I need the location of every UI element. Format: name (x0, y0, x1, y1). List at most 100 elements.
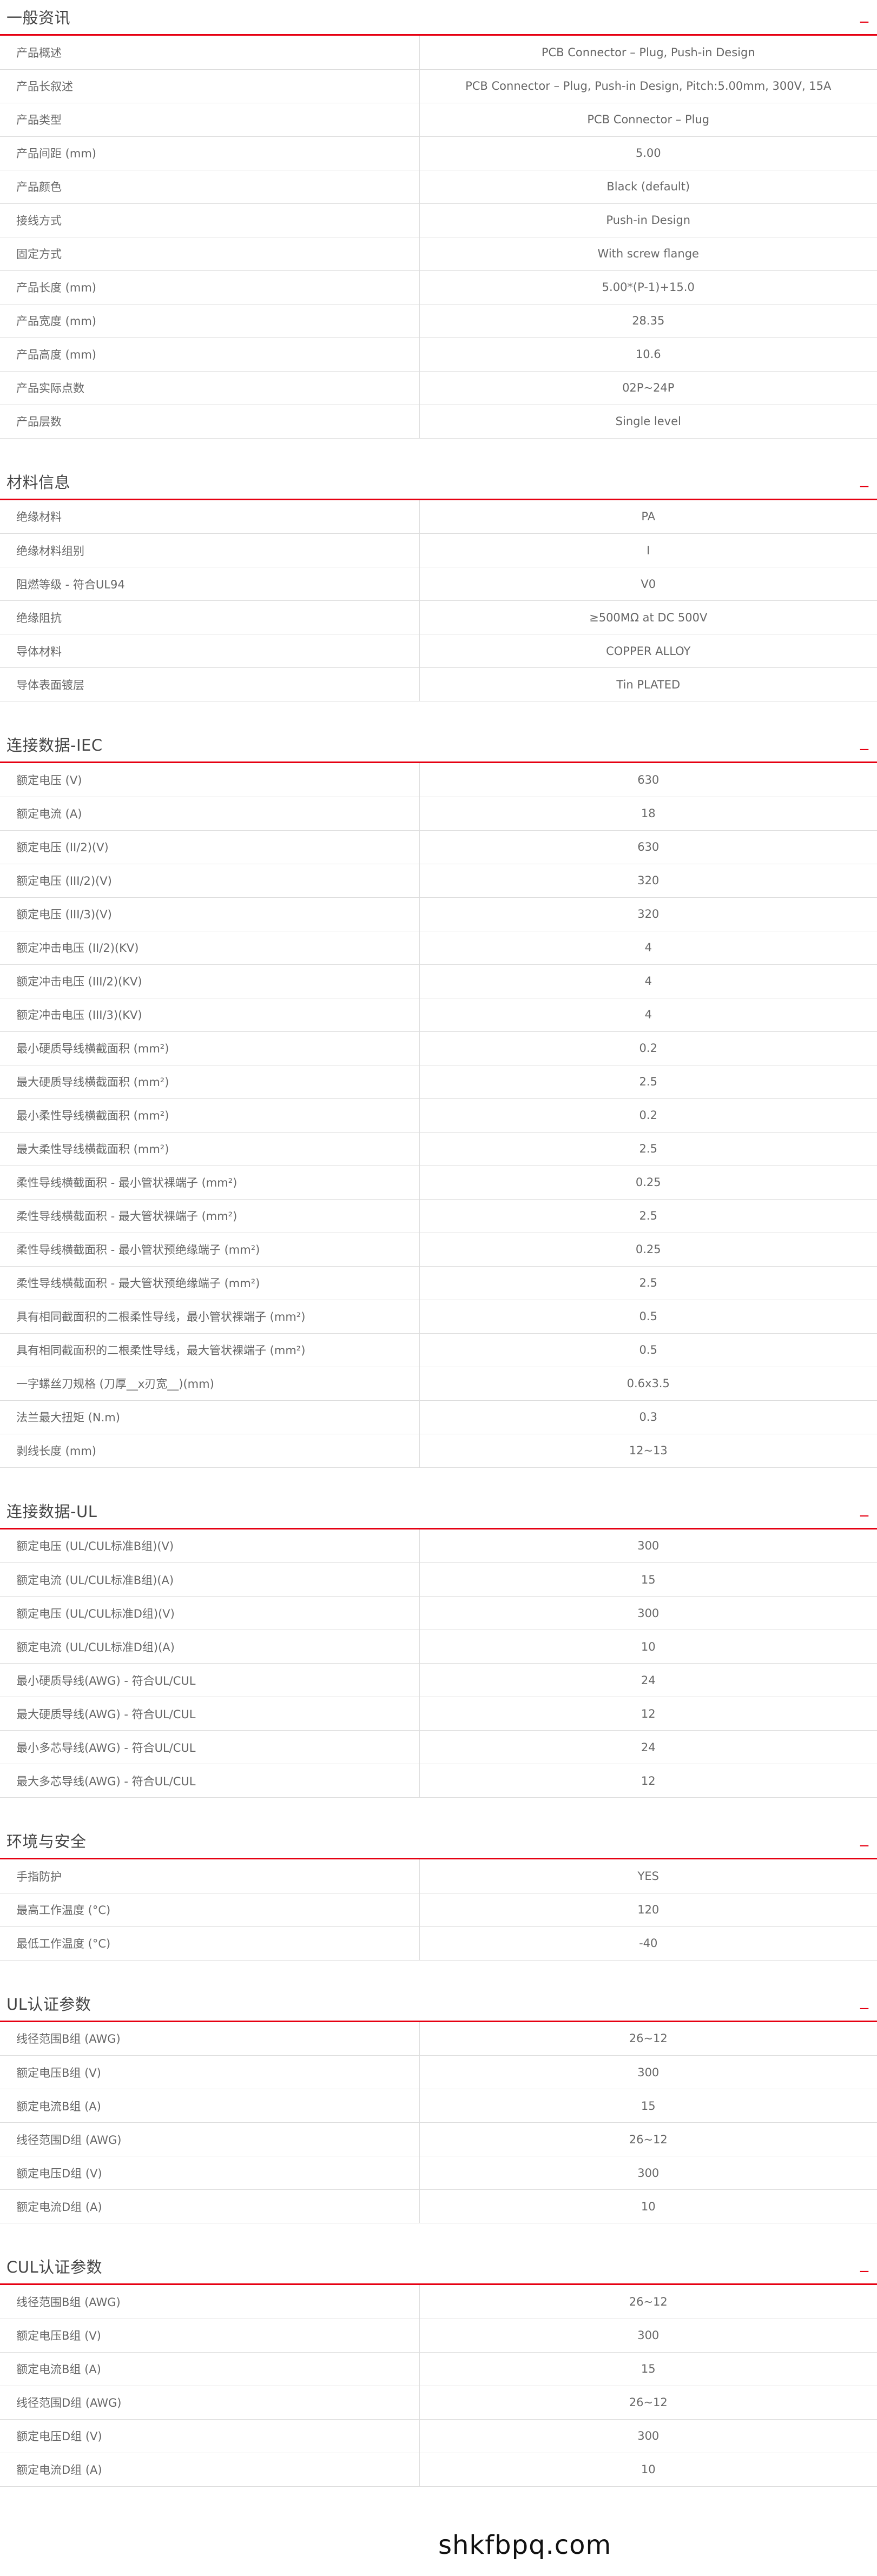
row-label: 产品类型 (0, 103, 420, 137)
table-row: 固定方式 With screw flange (0, 237, 877, 271)
row-value: 2.5 (419, 1199, 877, 1233)
row-value: 15 (419, 1562, 877, 1597)
row-label: 绝缘材料组别 (0, 533, 420, 567)
row-value: 2.5 (419, 1132, 877, 1166)
section-title: UL认证参数 (6, 1995, 91, 2014)
table-row: 产品实际点数 02P~24P (0, 371, 877, 405)
row-label: 最大硬质导线横截面积 (mm²) (0, 1065, 420, 1099)
row-value: 320 (419, 864, 877, 898)
row-label: 柔性导线横截面积 - 最大管状预绝缘端子 (mm²) (0, 1266, 420, 1300)
row-value: 5.00*(P-1)+15.0 (419, 270, 877, 304)
collapse-icon[interactable]: _ (860, 731, 868, 752)
section-header[interactable]: CUL认证参数 _ (0, 2249, 877, 2285)
table-row: 额定电流 (A) 18 (0, 797, 877, 831)
row-label: 最小硬质导线横截面积 (mm²) (0, 1031, 420, 1065)
spec-table: 线径范围B组 (AWG) 26~12 额定电压B组 (V) 300 额定电流B组 (… (0, 2285, 877, 2487)
table-row: 导体材料 COPPER ALLOY (0, 634, 877, 668)
row-label: 最小柔性导线横截面积 (mm²) (0, 1098, 420, 1133)
section-connection-ul: 连接数据-UL _ 额定电压 (UL/CUL标准B组)(V) 300 额定电流 (… (0, 1494, 877, 1824)
row-value: PCB Connector – Plug, Push-in Design (419, 36, 877, 70)
section-header[interactable]: 连接数据-IEC _ (0, 727, 877, 763)
table-row: 额定电压 (III/2)(V) 320 (0, 864, 877, 898)
collapse-icon[interactable]: _ (860, 1827, 868, 1849)
table-row: 产品宽度 (mm) 28.35 (0, 304, 877, 338)
row-label: 产品宽度 (mm) (0, 304, 420, 338)
row-value: 2.5 (419, 1266, 877, 1300)
row-value: 10 (419, 2189, 877, 2223)
row-label: 额定电流D组 (A) (0, 2453, 420, 2487)
row-label: 具有相同截面积的二根柔性导线，最小管状裸端子 (mm²) (0, 1300, 420, 1334)
row-value: Single level (419, 405, 877, 439)
row-label: 线径范围B组 (AWG) (0, 2285, 420, 2319)
spec-table: 额定电压 (V) 630 额定电流 (A) 18 额定电压 (II/2)(V) 630… (0, 763, 877, 1468)
section-header[interactable]: UL认证参数 _ (0, 1986, 877, 2022)
section-header[interactable]: 环境与安全 _ (0, 1824, 877, 1859)
collapse-icon[interactable]: _ (860, 1990, 868, 2011)
row-value: -40 (419, 1926, 877, 1961)
table-row: 线径范围D组 (AWG) 26~12 (0, 2386, 877, 2420)
row-value: 630 (419, 763, 877, 797)
table-row: 产品概述 PCB Connector – Plug, Push-in Design (0, 36, 877, 70)
row-label: 手指防护 (0, 1859, 420, 1893)
row-value: Push-in Design (419, 203, 877, 237)
row-value: 4 (419, 931, 877, 965)
row-label: 最大柔性导线横截面积 (mm²) (0, 1132, 420, 1166)
row-value: 0.5 (419, 1333, 877, 1367)
row-value: PCB Connector – Plug, Push-in Design, Pi… (419, 69, 877, 103)
table-row: 额定电压 (UL/CUL标准B组)(V) 300 (0, 1529, 877, 1563)
row-value: 300 (419, 2156, 877, 2190)
collapse-icon[interactable]: _ (860, 1497, 868, 1519)
row-label: 产品层数 (0, 405, 420, 439)
section-header[interactable]: 连接数据-UL _ (0, 1494, 877, 1529)
row-value: 300 (419, 2055, 877, 2089)
row-value: PA (419, 500, 877, 534)
collapse-icon[interactable]: _ (860, 3, 868, 25)
row-value: Tin PLATED (419, 667, 877, 701)
row-value: Black (default) (419, 170, 877, 204)
table-row: 额定电压B组 (V) 300 (0, 2055, 877, 2089)
row-value: 300 (419, 2419, 877, 2453)
row-label: 额定电压 (II/2)(V) (0, 830, 420, 864)
row-value: 2.5 (419, 1065, 877, 1099)
row-label: 额定电压 (UL/CUL标准D组)(V) (0, 1596, 420, 1630)
table-row: 产品间距 (mm) 5.00 (0, 136, 877, 170)
table-row: 最大硬质导线横截面积 (mm²) 2.5 (0, 1065, 877, 1099)
table-row: 最高工作温度 (°C) 120 (0, 1893, 877, 1927)
row-value: 12 (419, 1764, 877, 1798)
row-label: 具有相同截面积的二根柔性导线，最大管状裸端子 (mm²) (0, 1333, 420, 1367)
row-label: 额定冲击电压 (III/2)(KV) (0, 964, 420, 998)
row-value: 0.25 (419, 1166, 877, 1200)
section-header[interactable]: 一般资讯 _ (0, 0, 877, 36)
row-label: 产品实际点数 (0, 371, 420, 405)
row-label: 额定电压B组 (V) (0, 2055, 420, 2089)
table-row: 最低工作温度 (°C) -40 (0, 1926, 877, 1961)
row-label: 柔性导线横截面积 - 最小管状预绝缘端子 (mm²) (0, 1233, 420, 1267)
row-label: 法兰最大扭矩 (N.m) (0, 1400, 420, 1434)
row-label: 绝缘阻抗 (0, 600, 420, 634)
collapse-icon[interactable]: _ (860, 2253, 868, 2274)
table-row: 额定电压 (UL/CUL标准D组)(V) 300 (0, 1596, 877, 1630)
row-label: 额定电压 (III/3)(V) (0, 897, 420, 931)
row-label: 最低工作温度 (°C) (0, 1926, 420, 1961)
table-row: 最小柔性导线横截面积 (mm²) 0.2 (0, 1098, 877, 1133)
row-label: 额定电流B组 (A) (0, 2089, 420, 2123)
row-label: 额定电压 (UL/CUL标准B组)(V) (0, 1529, 420, 1563)
row-value: 12 (419, 1697, 877, 1731)
table-row: 最大多芯导线(AWG) - 符合UL/CUL 12 (0, 1764, 877, 1798)
table-row: 额定电压D组 (V) 300 (0, 2156, 877, 2190)
row-value: 0.5 (419, 1300, 877, 1334)
row-value: 0.6x3.5 (419, 1367, 877, 1401)
table-row: 绝缘材料组别 I (0, 533, 877, 567)
table-row: 额定电流 (UL/CUL标准B组)(A) 15 (0, 1562, 877, 1597)
section-header[interactable]: 材料信息 _ (0, 465, 877, 500)
row-label: 线径范围D组 (AWG) (0, 2122, 420, 2156)
collapse-icon[interactable]: _ (860, 468, 868, 489)
row-label: 阻燃等级 - 符合UL94 (0, 567, 420, 601)
table-row: 产品层数 Single level (0, 405, 877, 439)
watermark: shkfbpq.com (438, 2530, 612, 2560)
table-row: 手指防护 YES (0, 1859, 877, 1893)
table-row: 额定冲击电压 (II/2)(KV) 4 (0, 931, 877, 965)
row-label: 最大硬质导线(AWG) - 符合UL/CUL (0, 1697, 420, 1731)
table-row: 产品长叙述 PCB Connector – Plug, Push-in Desig… (0, 69, 877, 103)
table-row: 线径范围B组 (AWG) 26~12 (0, 2285, 877, 2319)
